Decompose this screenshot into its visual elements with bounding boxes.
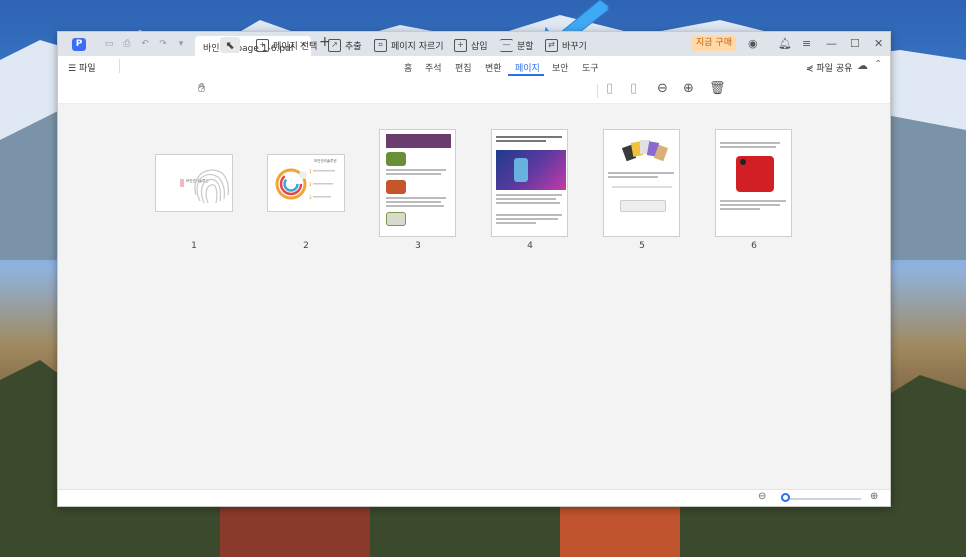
page-thumbnail-6[interactable]	[715, 129, 792, 237]
zoom-slider-handle[interactable]	[781, 493, 790, 502]
rotate-left-icon[interactable]: ▯	[606, 82, 613, 96]
page-toolbar	[58, 77, 890, 104]
insert-label: 삽입	[471, 41, 488, 52]
page-thumbnail-2[interactable]: 1 2 3 보안관리솔루션	[267, 154, 345, 212]
split-label: 분할	[517, 41, 534, 52]
page-thumbnail-4[interactable]	[491, 129, 568, 237]
food-image	[386, 212, 406, 226]
hand-tool-icon[interactable]: ✋︎	[198, 82, 205, 96]
share-file-button[interactable]: ⋞ 파일 공유	[806, 61, 852, 74]
hamburger-icon: ☰	[68, 64, 79, 74]
select-page-button[interactable]: + 페이지 선택	[256, 37, 317, 53]
buy-now-button[interactable]: 지금 구매	[692, 36, 736, 51]
close-window-icon[interactable]: ✕	[874, 37, 883, 51]
insert-button[interactable]: + 삽입	[454, 37, 488, 53]
share-icon: ⋞	[806, 64, 817, 74]
maximize-icon[interactable]: ☐	[850, 37, 860, 51]
notification-bell-icon[interactable]: 🔔︎	[778, 37, 792, 51]
phone-image	[496, 150, 566, 190]
select-page-icon: +	[256, 38, 269, 52]
page-2-caption: 보안관리솔루션	[314, 159, 337, 163]
svg-text:3: 3	[309, 195, 312, 200]
extract-icon: ↗	[328, 38, 341, 52]
share-file-label: 파일 공유	[816, 64, 853, 74]
status-bar: ⊖ ⊕	[58, 489, 890, 506]
tab-page[interactable]: 페이지	[515, 61, 540, 74]
svg-text:2: 2	[309, 182, 312, 187]
cursor-icon: ⬉	[225, 38, 235, 52]
split-icon: —	[500, 38, 513, 52]
split-button[interactable]: — 분할	[500, 37, 534, 53]
zoom-in-page-icon[interactable]: ⊕	[683, 82, 694, 96]
page-thumbnail-1[interactable]: 보안관리솔루션	[155, 154, 233, 212]
extract-button[interactable]: ↗ 추출	[328, 37, 362, 53]
crop-icon: ⌗	[374, 38, 387, 52]
food-image	[386, 180, 406, 194]
file-menu[interactable]: ☰ 파일	[68, 61, 96, 74]
select-page-label: 페이지 선택	[273, 41, 318, 52]
tab-edit[interactable]: 편집	[455, 61, 472, 74]
recipe-header-bar	[386, 134, 451, 148]
minimize-icon[interactable]: —	[826, 37, 837, 51]
page-thumbnail-3[interactable]	[379, 129, 456, 237]
tab-convert[interactable]: 변환	[485, 61, 502, 74]
active-tab-underline	[508, 74, 544, 76]
divider	[597, 84, 598, 98]
redo-icon[interactable]: ↷	[158, 39, 168, 49]
undo-icon[interactable]: ↶	[140, 39, 150, 49]
page-thumbnail-5[interactable]	[603, 129, 680, 237]
replace-label: 바꾸기	[562, 41, 587, 52]
page-number-3: 3	[415, 241, 421, 251]
delete-page-icon[interactable]: 🗑︎	[709, 82, 726, 96]
zoom-in-icon[interactable]: ⊕	[870, 491, 878, 502]
svg-text:1: 1	[309, 169, 312, 174]
page-number-1: 1	[191, 241, 197, 251]
device-image	[620, 200, 666, 212]
product-cards-image	[621, 140, 669, 162]
page-number-6: 6	[751, 241, 757, 251]
select-tool-button[interactable]: ⬉	[220, 37, 240, 53]
divider	[119, 59, 120, 73]
food-image	[386, 152, 406, 166]
tab-tools[interactable]: 도구	[582, 61, 599, 74]
page-number-5: 5	[639, 241, 645, 251]
app-logo-icon: P	[72, 38, 86, 51]
camera-icon	[740, 159, 746, 165]
tab-security[interactable]: 보안	[552, 61, 569, 74]
page-number-2: 2	[303, 241, 309, 251]
replace-icon: ⇄	[545, 38, 558, 52]
collapse-ribbon-icon[interactable]: ⌃	[874, 59, 882, 70]
zoom-out-page-icon[interactable]: ⊖	[657, 82, 668, 96]
pdf-editor-window: P ▭ ⎙ ↶ ↷ ▾ 바인더1 page 1-6.pdf ✕ + 지금 구매 …	[57, 31, 891, 507]
cloud-icon[interactable]: ☁	[857, 59, 868, 72]
zoom-out-icon[interactable]: ⊖	[758, 491, 766, 502]
page-thumbnail-grid: 보안관리솔루션 1 1 2 3 보안관리솔루션 2 3 4 5 6	[58, 104, 890, 489]
replace-button[interactable]: ⇄ 바꾸기	[545, 37, 587, 53]
menu-icon[interactable]: ≡	[802, 37, 811, 51]
fingerprint-icon	[180, 169, 229, 204]
crop-page-button[interactable]: ⌗ 페이지 자르기	[374, 37, 444, 53]
crop-page-label: 페이지 자르기	[391, 41, 444, 52]
extract-label: 추출	[345, 41, 362, 52]
zoom-slider[interactable]	[781, 498, 861, 500]
menu-bar: ☰ 파일 홈 주석 편집 변환 페이지 보안 도구 ⋞ 파일 공유 ☁ ⌃	[58, 56, 890, 77]
tab-home[interactable]: 홈	[404, 61, 412, 74]
print-icon[interactable]: ⎙	[122, 39, 132, 49]
rotate-right-icon[interactable]: ▯	[630, 82, 637, 96]
phone-image-icon	[514, 158, 528, 182]
account-icon[interactable]: ◉	[748, 37, 758, 51]
file-menu-label: 파일	[78, 64, 96, 74]
page-number-4: 4	[527, 241, 533, 251]
tab-annotate[interactable]: 주석	[425, 61, 442, 74]
quick-access-dropdown-icon[interactable]: ▾	[176, 39, 186, 49]
insert-icon: +	[454, 38, 467, 52]
save-icon[interactable]: ▭	[104, 39, 114, 49]
